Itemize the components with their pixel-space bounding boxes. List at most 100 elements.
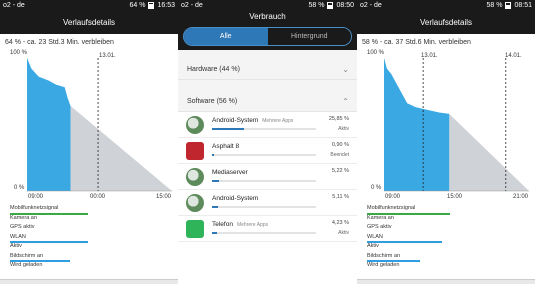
battery-icon [327, 2, 334, 9]
x-tick-label: 09:00 [28, 194, 44, 200]
app-name-text: Mediaserver [212, 169, 248, 176]
event-label: Bildschirm an [10, 252, 44, 259]
date-marker-label: 13.01. [421, 53, 438, 59]
app-row[interactable]: Android-System 5,11 % [178, 190, 357, 216]
event-row: Aktiv [0, 243, 178, 253]
usage-area [27, 58, 71, 191]
app-row[interactable]: Asphalt 8 0,90 % Beendet [178, 138, 357, 164]
app-list: Android-System Mehrere Apps 25,85 % Aktiv As… [178, 112, 357, 242]
tab-switcher: Alle Hintergrund [178, 23, 357, 50]
y-axis-top-label: 100 % [10, 50, 28, 56]
app-percent: 5,22 % [331, 168, 349, 174]
date-marker-label: 14.01. [505, 53, 522, 59]
event-label: WLAN [10, 233, 26, 240]
chart-svg[interactable] [0, 51, 178, 201]
event-label: Aktiv [367, 243, 379, 249]
x-tick-label: 00:00 [90, 194, 106, 200]
carrier-label: o2 - de [181, 2, 203, 9]
event-row: Wird geladen [0, 262, 178, 272]
hardware-section[interactable]: Hardware (44 %) ⌄ [178, 60, 357, 80]
app-name: Android-System [212, 195, 258, 202]
event-label: Mobilfunknetzsignal [10, 205, 59, 211]
battery-history-panel-2: o2 - de 58 % 08:51 Verlaufsdetails 58 % … [357, 0, 535, 284]
app-name: Asphalt 8 [212, 143, 239, 150]
app-row[interactable]: Telefon Mehrere Apps 4,23 % Aktiv [178, 216, 357, 242]
event-label: Bildschirm an [367, 252, 401, 259]
battery-percent: 58 % [486, 2, 503, 9]
x-tick-label: 09:00 [385, 194, 401, 200]
event-row: Aktiv [357, 243, 535, 253]
carrier-label: o2 - de [3, 2, 25, 9]
event-label: Mobilfunknetzsignal [367, 205, 416, 211]
tab-background[interactable]: Hintergrund [267, 28, 351, 45]
battery-history-panel-1: o2 - de 64 % 16:53 Verlaufsdetails 64 % … [0, 0, 178, 284]
event-label: GPS aktiv [10, 224, 35, 230]
app-percent: 0,90 % [331, 142, 349, 148]
event-label: Wird geladen [10, 262, 43, 268]
y-axis-bottom-label: 0 % [371, 185, 382, 191]
battery-chart[interactable]: 100 % 0 % 13.01. 14.01. 09:00 15:00 21:0… [357, 50, 535, 201]
usage-bar [212, 128, 316, 130]
tab-all[interactable]: Alle [184, 28, 268, 45]
y-axis-top-label: 100 % [367, 50, 385, 56]
x-tick-label: 15:00 [156, 194, 172, 200]
clock: 08:50 [336, 2, 354, 9]
software-label: Software (56 %) [187, 98, 238, 105]
asphalt-8-icon [186, 142, 204, 160]
chevron-up-icon: ⌃ [342, 97, 349, 106]
hardware-label: Hardware (44 %) [187, 66, 240, 73]
app-name: Telefon Mehrere Apps [212, 221, 268, 228]
usage-bar-fill [212, 206, 219, 208]
screenshot-stage: o2 - de 64 % 16:53 Verlaufsdetails 64 % … [0, 0, 535, 284]
event-timeline: Mobilfunknetzsignal Kamera an GPS aktiv WLA… [0, 205, 178, 272]
app-percent: 4,23 % [331, 220, 349, 226]
usage-area [384, 58, 450, 191]
event-row: GPS aktiv [0, 224, 178, 234]
usage-bar [212, 232, 316, 234]
app-row[interactable]: Mediaserver 5,22 % [178, 164, 357, 190]
page-title: Verlaufsdetails [0, 11, 178, 34]
bottom-navigation[interactable] [357, 279, 535, 284]
event-row: WLAN [0, 233, 178, 243]
app-status: Aktiv [338, 126, 349, 132]
bottom-navigation[interactable] [0, 279, 178, 284]
battery-summary: 64 % - ca. 23 Std.3 Min. verbleiben [5, 39, 114, 46]
app-status: Aktiv [338, 230, 349, 236]
usage-bar [212, 180, 316, 182]
event-label: WLAN [367, 233, 383, 240]
chevron-down-icon: ⌄ [342, 65, 349, 74]
usage-bar [212, 154, 316, 156]
app-name-text: Android-System [212, 195, 259, 202]
battery-icon [148, 2, 155, 9]
chart-svg[interactable] [357, 51, 535, 201]
event-row: Kamera an [0, 215, 178, 225]
software-section[interactable]: Software (56 %) ⌃ [178, 92, 357, 112]
app-percent: 5,11 % [332, 194, 349, 200]
event-timeline: Mobilfunknetzsignal Kamera an GPS aktiv WLA… [357, 205, 535, 272]
battery-icon [505, 2, 512, 9]
telefon-icon [186, 220, 204, 238]
clock: 08:51 [514, 2, 532, 9]
status-bar: o2 - de 58 % 08:50 [178, 0, 357, 11]
usage-bar-fill [212, 128, 245, 130]
app-name-text: Asphalt 8 [212, 143, 240, 150]
x-tick-label: 21:00 [513, 194, 529, 200]
battery-percent: 64 % [129, 2, 146, 9]
app-tag: Mehrere Apps [262, 118, 294, 124]
battery-chart[interactable]: 100 % 0 % 13.01. 09:00 00:00 15:00 [0, 50, 178, 201]
carrier-label: o2 - de [360, 2, 382, 9]
usage-bar [212, 206, 316, 208]
projection-area [70, 105, 172, 191]
mediaserver-icon [186, 168, 204, 186]
projection-area [449, 113, 529, 191]
page-title: Verbrauch [178, 11, 357, 23]
clock: 16:53 [157, 2, 175, 9]
status-bar: o2 - de 64 % 16:53 [0, 0, 178, 11]
app-row[interactable]: Android-System Mehrere Apps 25,85 % Aktiv [178, 112, 357, 138]
event-row: WLAN [357, 233, 535, 243]
app-percent: 25,85 % [328, 116, 349, 122]
usage-bar-fill [212, 154, 214, 156]
app-name-text: Android-System [212, 117, 259, 124]
event-row: Wird geladen [357, 262, 535, 272]
android-system-icon [186, 194, 204, 212]
